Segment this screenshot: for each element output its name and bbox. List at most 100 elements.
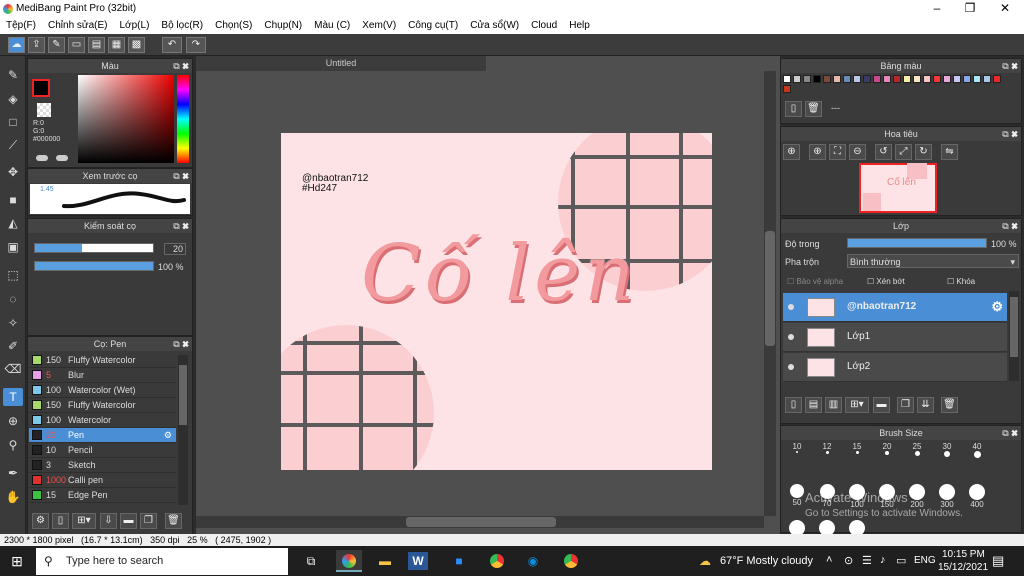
new-8bit-layer-icon[interactable]: ▤	[805, 397, 822, 413]
brush-tool-icon[interactable]: ✎	[3, 66, 23, 84]
menu-snap[interactable]: Chụp(N)	[258, 18, 308, 34]
brush-size-option[interactable]: 12	[813, 442, 841, 454]
zoom-in-icon[interactable]: ⊕	[809, 144, 826, 160]
vertical-scroll-thumb[interactable]	[765, 231, 775, 346]
new-layer-icon[interactable]: ▯	[785, 397, 802, 413]
language-indicator[interactable]: ENG	[914, 555, 936, 566]
layer-scroll-thumb[interactable]	[1010, 297, 1018, 357]
panel-close-icon[interactable]: ⧉ ✖	[173, 337, 189, 351]
rotate-right-icon[interactable]: ↻	[915, 144, 932, 160]
palette-swatch[interactable]	[983, 75, 991, 83]
fit-screen-icon[interactable]: ⤢	[895, 144, 912, 160]
flip-icon[interactable]: ⇋	[941, 144, 958, 160]
menu-color[interactable]: Màu (C)	[308, 18, 356, 34]
brush-item[interactable]: 5 Blur	[29, 368, 176, 383]
notification-icon[interactable]: ▤	[992, 553, 1004, 569]
palette-swatch[interactable]	[803, 75, 811, 83]
panel-close-icon[interactable]: ⧉ ✖	[1002, 59, 1018, 73]
meet-icon[interactable]: ⊙	[844, 554, 853, 567]
palette-swatch[interactable]	[883, 75, 891, 83]
menu-view[interactable]: Xem(V)	[356, 18, 402, 34]
palette-swatch[interactable]	[833, 75, 841, 83]
palette-swatch[interactable]	[853, 75, 861, 83]
rotate-left-icon[interactable]: ↺	[875, 144, 892, 160]
lasso-tool-icon[interactable]: ◌	[3, 290, 23, 308]
brush-item[interactable]: 20 Pen ⚙	[29, 428, 176, 443]
brush-item[interactable]: 100 Watercolor	[29, 413, 176, 428]
add-layer-menu-icon[interactable]: ⊞▾	[845, 397, 869, 413]
layer-folder-icon[interactable]: ▬	[873, 397, 890, 413]
medibang-taskbar-icon[interactable]	[336, 550, 362, 572]
network-icon[interactable]: ☰	[862, 554, 872, 567]
layer-scrollbar[interactable]	[1009, 291, 1019, 381]
brush-size-option[interactable]: 25	[903, 442, 931, 456]
comment-icon[interactable]: ✎	[48, 37, 65, 53]
panel-close-icon[interactable]: ⧉ ✖	[173, 219, 189, 233]
file-explorer-icon[interactable]: ▬	[372, 550, 398, 572]
hue-slider[interactable]	[177, 75, 189, 163]
clipping-checkbox[interactable]: ☐ Xén bớt	[867, 277, 905, 286]
brush-copy-icon[interactable]: ❐	[140, 513, 157, 529]
palette-delete-icon[interactable]: 🗑	[805, 101, 822, 117]
palette-swatch[interactable]	[963, 75, 971, 83]
palette-swatch[interactable]	[953, 75, 961, 83]
brush-item[interactable]: 3 Sketch	[29, 458, 176, 473]
zoom-fit-icon[interactable]: ⊕	[783, 144, 800, 160]
panel-close-icon[interactable]: ⧉ ✖	[1002, 426, 1018, 440]
brush-delete-icon[interactable]: 🗑	[165, 513, 182, 529]
horizontal-scroll-thumb[interactable]	[406, 517, 556, 527]
tray-chevron-icon[interactable]: ˄	[826, 554, 832, 566]
volume-icon[interactable]: ♪	[880, 554, 886, 566]
panel-close-icon[interactable]: ⧉ ✖	[1002, 127, 1018, 141]
layer-item[interactable]: Lớp1	[783, 323, 1007, 352]
brush-item[interactable]: 10 Pencil	[29, 443, 176, 458]
navigator-thumbnail[interactable]: Cố lên	[859, 163, 937, 213]
palette-swatch[interactable]	[873, 75, 881, 83]
gear-icon[interactable]: ⚙	[991, 299, 1003, 315]
rect-tool-icon[interactable]: □	[3, 113, 23, 131]
chrome-icon[interactable]	[484, 550, 510, 572]
tiles-icon[interactable]: ▩	[128, 37, 145, 53]
palette-swatch[interactable]	[823, 75, 831, 83]
windows-start-icon[interactable]: ⊞	[4, 550, 30, 572]
palette-swatch[interactable]	[843, 75, 851, 83]
maximize-button[interactable]: ❐	[955, 1, 985, 15]
redo-icon[interactable]: ↷	[186, 37, 206, 53]
palette-swatch[interactable]	[783, 75, 791, 83]
brush-new-icon[interactable]: ▯	[52, 513, 69, 529]
new-1bit-layer-icon[interactable]: ▥	[825, 397, 842, 413]
eraser-tool-icon[interactable]: ◈	[3, 90, 23, 108]
bucket-tool-icon[interactable]: ◭	[3, 214, 23, 232]
brush-item[interactable]: 15 Edge Pen	[29, 488, 176, 503]
pen-pressure-icon[interactable]: ✒	[3, 464, 23, 482]
palette-add-icon[interactable]: ▯	[785, 101, 802, 117]
task-view-icon[interactable]: ⧉	[298, 550, 324, 572]
brush-size-option[interactable]: 40	[963, 442, 991, 458]
drawing-canvas[interactable]: @nbaotran712 #Hd247 Cố lên	[281, 133, 712, 470]
gradient-tool-icon[interactable]: ▣	[3, 238, 23, 256]
select-tool-icon[interactable]: ⬚	[3, 266, 23, 284]
brush-settings-icon[interactable]: ⚙	[32, 513, 49, 529]
palette-swatch[interactable]	[893, 75, 901, 83]
zalo-icon[interactable]: ◉	[520, 550, 546, 572]
brush-add-icon[interactable]: ⊞▾	[72, 513, 96, 529]
cloud-icon[interactable]: ☁	[8, 37, 25, 53]
clock-time[interactable]: 10:15 PM	[942, 549, 985, 560]
blend-mode-select[interactable]: Bình thường ▾	[847, 254, 1019, 268]
brush-list-scrollbar[interactable]	[178, 355, 188, 505]
palette-swatch[interactable]	[943, 75, 951, 83]
menu-tools[interactable]: Công cụ(T)	[402, 18, 464, 34]
select-pen-icon[interactable]: ✐	[3, 337, 23, 355]
minimize-button[interactable]: –	[922, 1, 952, 15]
move-tool-icon[interactable]: ✥	[3, 163, 23, 181]
palette-swatch[interactable]	[793, 75, 801, 83]
document-tab[interactable]: Untitled	[196, 56, 486, 71]
fill-rect-icon[interactable]: ■	[3, 191, 23, 209]
operation-tool-icon[interactable]: ⊕	[3, 412, 23, 430]
shape-brush-icon[interactable]: ⟋	[3, 136, 23, 154]
brush-size-option[interactable]: 30	[933, 442, 961, 457]
zoom-icon[interactable]: ■	[446, 550, 472, 572]
brush-size-option[interactable]: 15	[843, 442, 871, 454]
magic-wand-icon[interactable]: ✧	[3, 314, 23, 332]
page-icon[interactable]: ▤	[88, 37, 105, 53]
